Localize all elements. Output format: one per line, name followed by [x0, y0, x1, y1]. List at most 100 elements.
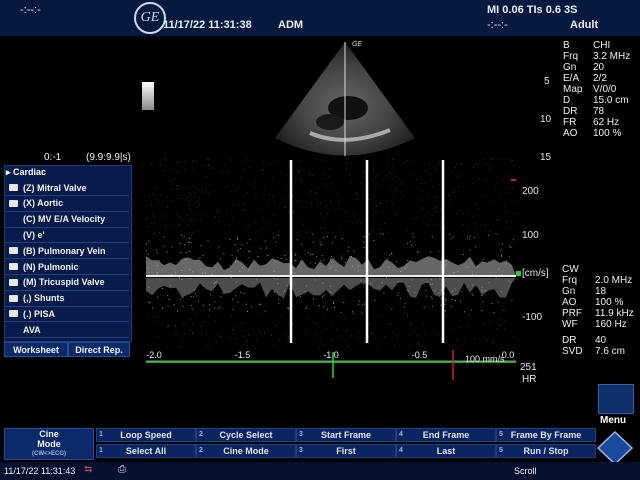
spectrum-speckle: [159, 231, 160, 233]
spectrum-speckle: [412, 236, 414, 238]
cine-mode-button[interactable]: Cine Mode (CW<>ECG): [4, 428, 94, 460]
spectrum-speckle: [450, 329, 452, 331]
menu-icon[interactable]: [598, 384, 634, 414]
doppler-param-value: 2.0 MHz: [595, 275, 633, 286]
protocol-item[interactable]: (M) Tricuspid Valve: [5, 275, 129, 291]
spectrum-speckle: [213, 307, 215, 309]
spectrum-speckle: [436, 211, 438, 212]
spectrum-speckle: [322, 236, 324, 238]
spectrum-speckle: [433, 332, 435, 334]
spectrum-speckle: [406, 160, 408, 162]
spectrum-speckle: [350, 181, 352, 183]
spectrum-speckle: [202, 213, 204, 215]
spectrum-speckle: [177, 223, 179, 225]
spectrum-speckle: [181, 340, 183, 342]
spectrum-speckle: [356, 198, 358, 200]
spectrum-speckle: [471, 216, 473, 218]
protocol-item[interactable]: (B) Pulmonary Vein: [5, 243, 129, 260]
spectrum-speckle: [457, 347, 459, 348]
direct-report-button[interactable]: Direct Rep.: [68, 342, 130, 357]
protocol-item[interactable]: AVA: [5, 322, 129, 339]
spectrum-speckle: [455, 166, 457, 168]
spectrum-speckle: [248, 250, 249, 252]
spectrum-speckle: [202, 254, 204, 256]
spectrum-speckle: [403, 162, 405, 164]
spectrum-speckle: [151, 204, 152, 206]
doppler-param-row: CW: [562, 264, 634, 275]
spectrum-speckle: [347, 250, 349, 252]
spectrum-speckle: [191, 305, 193, 306]
spectrum-speckle: [505, 212, 507, 214]
spectrum-speckle: [412, 233, 414, 235]
softkey-row2-4[interactable]: 4 Last: [396, 444, 496, 458]
spectrum-speckle: [207, 240, 209, 242]
spectrum-speckle: [348, 174, 350, 176]
spectrum-speckle: [421, 190, 423, 192]
spectrum-speckle: [316, 322, 318, 324]
velocity-tick: -100: [522, 312, 543, 323]
spectrum-speckle: [499, 325, 500, 326]
spectrum-speckle: [420, 183, 422, 184]
spectrum-speckle: [208, 165, 210, 167]
protocol-item[interactable]: (C) MV E/A Velocity: [5, 212, 129, 228]
spectrum-speckle: [254, 187, 255, 189]
softkey-row2-2[interactable]: 2 Cine Mode: [196, 444, 296, 458]
spectrum-speckle: [178, 216, 180, 217]
trackball-icon[interactable]: [596, 430, 634, 466]
spectrum-speckle: [310, 190, 312, 192]
spectrum-speckle: [439, 209, 441, 211]
protocol-item[interactable]: (,) Shunts: [5, 291, 129, 307]
spectrum-speckle: [462, 254, 464, 255]
softkey-row1-3[interactable]: 3 Start Frame: [296, 428, 396, 442]
spectrum-speckle: [232, 204, 234, 206]
spectrum-speckle: [504, 187, 506, 189]
spectrum-speckle: [214, 301, 216, 303]
protocol-item[interactable]: (.) PISA: [5, 306, 129, 323]
spectrum-speckle: [505, 173, 507, 175]
protocol-item[interactable]: (N) Pulmonic: [5, 259, 129, 275]
softkey-row2-1[interactable]: 1 Select All: [96, 444, 196, 458]
softkey-row2-5[interactable]: 5 Run / Stop: [496, 444, 596, 458]
spectrum-speckle: [233, 330, 234, 332]
baseline-marker: [516, 271, 521, 276]
softkey-row2-3[interactable]: 3 First: [296, 444, 396, 458]
spectrum-speckle: [179, 172, 181, 174]
protocol-item[interactable]: (X) Aortic: [5, 196, 129, 212]
spectrum-speckle: [424, 182, 426, 184]
spectrum-speckle: [497, 301, 499, 303]
spectrum-speckle: [407, 229, 409, 231]
protocol-item-label: (B) Pulmonary Vein: [23, 245, 106, 256]
spectrum-speckle: [310, 202, 312, 204]
spectrum-speckle: [496, 327, 498, 329]
softkey-row1-5[interactable]: 5 Frame By Frame: [496, 428, 596, 442]
spectrum-speckle: [158, 316, 160, 318]
softkey-label: End Frame: [422, 430, 470, 440]
spectrum-speckle: [331, 255, 332, 257]
spectrum-speckle: [272, 196, 274, 198]
spectrum-speckle: [350, 335, 352, 337]
spectrum-speckle: [265, 225, 267, 227]
spectrum-speckle: [193, 160, 195, 162]
footer-scroll: Scroll: [514, 466, 537, 476]
worksheet-button[interactable]: Worksheet: [4, 342, 68, 357]
spectrum-speckle: [209, 304, 211, 306]
spectrum-speckle: [399, 298, 401, 300]
spectrum-speckle: [338, 200, 340, 202]
menu-label[interactable]: Menu: [600, 415, 626, 426]
protocol-item[interactable]: (V) e': [5, 227, 129, 244]
spectrum-speckle: [169, 225, 171, 227]
softkey-row1-2[interactable]: 2 Cycle Select: [196, 428, 296, 442]
spectrum-speckle: [220, 296, 222, 298]
softkey-row1-1[interactable]: 1 Loop Speed: [96, 428, 196, 442]
softkey-row1-4[interactable]: 4 End Frame: [396, 428, 496, 442]
spectrum-speckle: [177, 310, 178, 312]
spectrum-speckle: [412, 330, 414, 332]
spectrum-speckle: [221, 172, 223, 174]
spectrum-speckle: [183, 236, 185, 238]
protocol-item[interactable]: (Z) Mitral Valve: [5, 180, 129, 196]
header-mi-ti: MI 0.06 TIs 0.6 3S: [487, 4, 578, 16]
spectrum-speckle: [449, 345, 451, 347]
spectrum-speckle: [197, 189, 199, 190]
depth-tick: 15: [540, 152, 552, 163]
spectrum-speckle: [461, 291, 463, 293]
